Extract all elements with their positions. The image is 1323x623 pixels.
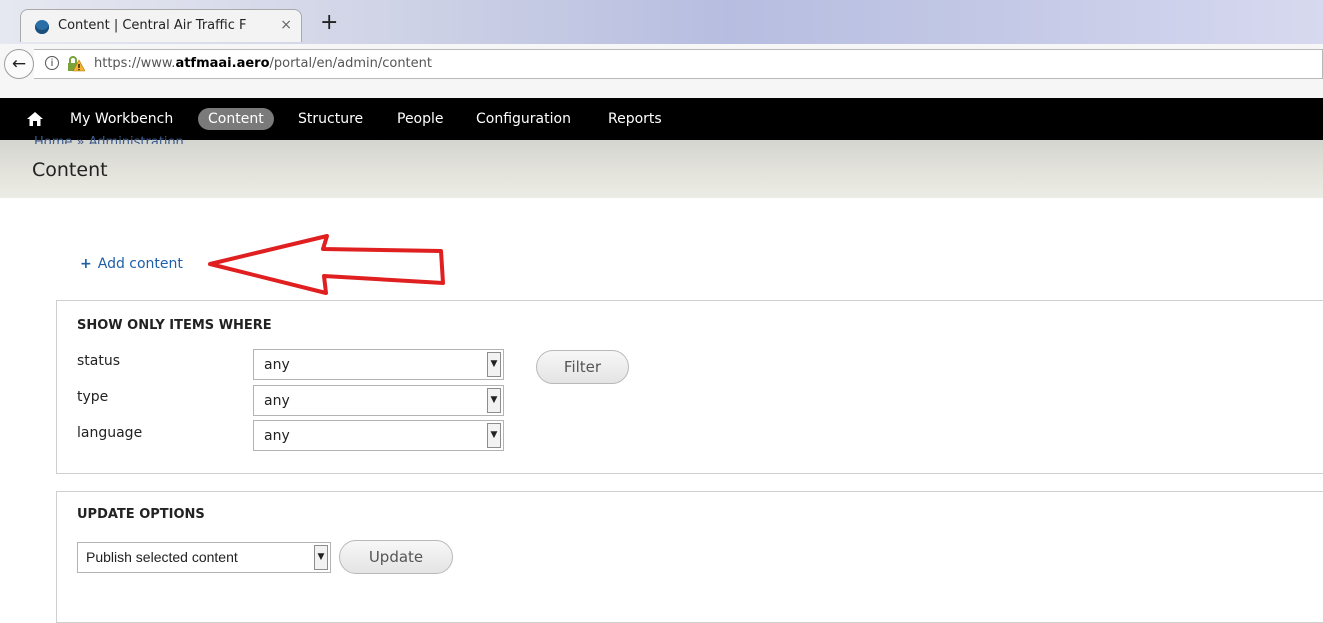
- red-arrow-annotation: [208, 234, 445, 295]
- language-label: language: [77, 425, 143, 441]
- add-content-label: Add content: [97, 256, 183, 272]
- page-header: Home » Administration Content: [0, 135, 1323, 198]
- drupal-favicon-icon: [35, 20, 49, 34]
- back-arrow-icon: ←: [11, 54, 27, 74]
- language-value: any: [264, 428, 290, 444]
- update-action-select[interactable]: Publish selected content ▼: [77, 542, 331, 573]
- type-select[interactable]: any ▼: [253, 385, 504, 416]
- chevron-down-icon[interactable]: ▼: [487, 352, 501, 377]
- page-title: Content: [32, 159, 108, 181]
- chevron-down-icon[interactable]: ▼: [487, 423, 501, 448]
- menu-configuration[interactable]: Configuration: [476, 111, 571, 127]
- status-select[interactable]: any ▼: [253, 349, 504, 380]
- menu-structure[interactable]: Structure: [298, 111, 363, 127]
- url-text: https://www.atfmaai.aero/portal/en/admin…: [94, 56, 432, 71]
- plus-icon: +: [80, 256, 92, 272]
- menu-my-workbench[interactable]: My Workbench: [70, 111, 173, 127]
- browser-tab-bar: Content | Central Air Traffic F × +: [0, 0, 1323, 44]
- language-select[interactable]: any ▼: [253, 420, 504, 451]
- new-tab-icon[interactable]: +: [320, 12, 338, 34]
- status-value: any: [264, 357, 290, 373]
- type-value: any: [264, 393, 290, 409]
- browser-toolbar: ← i https://www.atfmaai.aero/portal/en/a…: [0, 44, 1323, 99]
- breadcrumb[interactable]: Home » Administration: [34, 135, 184, 144]
- address-bar[interactable]: i https://www.atfmaai.aero/portal/en/adm…: [34, 49, 1323, 79]
- home-icon[interactable]: [26, 110, 44, 128]
- url-prefix: https://www.: [94, 56, 176, 71]
- chevron-down-icon[interactable]: ▼: [487, 388, 501, 413]
- info-icon[interactable]: i: [45, 56, 59, 70]
- menu-people[interactable]: People: [397, 111, 444, 127]
- menu-content[interactable]: Content: [198, 108, 274, 130]
- type-label: type: [77, 389, 109, 405]
- back-button[interactable]: ←: [4, 49, 34, 79]
- add-content-link[interactable]: + Add content: [80, 256, 183, 272]
- menu-reports[interactable]: Reports: [608, 111, 662, 127]
- lock-warning-icon[interactable]: [67, 56, 85, 72]
- filter-button[interactable]: Filter: [536, 350, 629, 384]
- chevron-down-icon[interactable]: ▼: [314, 545, 328, 570]
- filter-fieldset: SHOW ONLY ITEMS WHERE status any ▼ type …: [56, 300, 1323, 474]
- filter-legend: SHOW ONLY ITEMS WHERE: [77, 318, 272, 333]
- update-legend: UPDATE OPTIONS: [77, 507, 205, 522]
- update-button[interactable]: Update: [339, 540, 453, 574]
- url-path: /portal/en/admin/content: [269, 56, 433, 71]
- close-tab-icon[interactable]: ×: [280, 17, 292, 33]
- browser-tab[interactable]: Content | Central Air Traffic F ×: [20, 9, 302, 42]
- update-action-value: Publish selected content: [86, 549, 238, 565]
- admin-toolbar: My Workbench Content Structure People Co…: [0, 98, 1323, 140]
- url-domain: atfmaai.aero: [175, 56, 270, 71]
- tab-title: Content | Central Air Traffic F: [58, 18, 247, 33]
- status-label: status: [77, 353, 121, 369]
- update-options-fieldset: UPDATE OPTIONS Publish selected content …: [56, 491, 1323, 623]
